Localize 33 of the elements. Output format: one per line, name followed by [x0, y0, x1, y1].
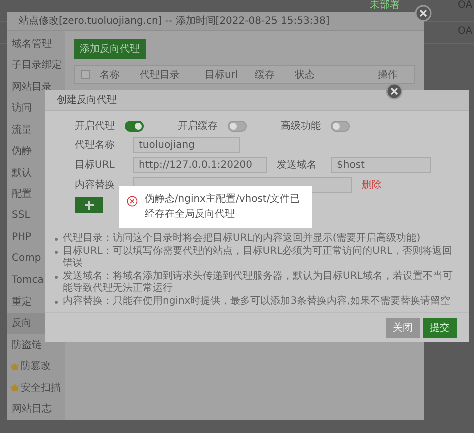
toggle-label: 开启缓存 — [178, 120, 219, 133]
column-header: 目标url — [205, 68, 240, 82]
sidebar-item[interactable]: 防篡改 — [7, 356, 65, 377]
delete-link[interactable]: 删除 — [362, 178, 382, 192]
dialog-title: 创建反向代理 — [45, 90, 469, 111]
add-proxy-button[interactable]: 添加反向代理 — [74, 39, 146, 59]
close-button[interactable]: 关闭 — [386, 318, 420, 338]
dialog-title: 站点修改[zero.tuoluojiang.cn] -- 添加时间[2022-08-25 15:53:38] — [7, 12, 424, 31]
hint-text: 发送域名：将域名添加到请求头传递到代理服务器，默认为目标URL域名，若设置不当可能导致代理无法正常运行 — [63, 271, 454, 295]
hint-text: 代理目录：访问这个目录时将会把目标URL的内容返回并显示(需要开启高级功能) — [63, 233, 421, 245]
sidebar-item[interactable]: 域名管理 — [7, 33, 65, 54]
field-label: 代理名称 — [75, 139, 116, 152]
column-header: 状态 — [295, 68, 316, 82]
column-header: 名称 — [100, 68, 121, 82]
column-header: 缓存 — [255, 68, 276, 82]
toggle-label: 高级功能 — [281, 120, 322, 133]
hint-text: 内容替换：只能在使用nginx时提供，最多可以添加3条替换内容,如果不需要替换请留空 — [63, 296, 450, 308]
sidebar-item[interactable]: 安全扫描 — [7, 377, 65, 398]
input-field[interactable]: http://127.0.0.1:20200 — [133, 157, 267, 173]
hint-text: 目标URL：可以填写你需要代理的站点，目标URL必须为可正常访问的URL，否则将返回错误 — [63, 246, 454, 270]
input-field[interactable]: $host — [331, 157, 431, 173]
sidebar-item[interactable]: 子目录绑定 — [7, 54, 65, 76]
submit-button[interactable]: 提交 — [423, 318, 457, 338]
sidebar-item[interactable]: 网站日志 — [7, 398, 65, 420]
input-field[interactable]: tuoluojiang — [133, 137, 240, 153]
toast-message: 伪静态/nginx主配置/vhost/文件已经存在全局反向代理 — [144, 193, 302, 222]
field-label: 发送域名 — [277, 158, 318, 172]
column-header: 操作 — [378, 68, 399, 82]
toggle-label: 开启代理 — [75, 120, 116, 133]
field-label: 目标URL — [75, 158, 116, 172]
field-label: 内容替换 — [75, 178, 116, 192]
column-header: 代理目录 — [140, 68, 181, 82]
sidebar-item[interactable]: 防盗链 — [7, 334, 65, 356]
